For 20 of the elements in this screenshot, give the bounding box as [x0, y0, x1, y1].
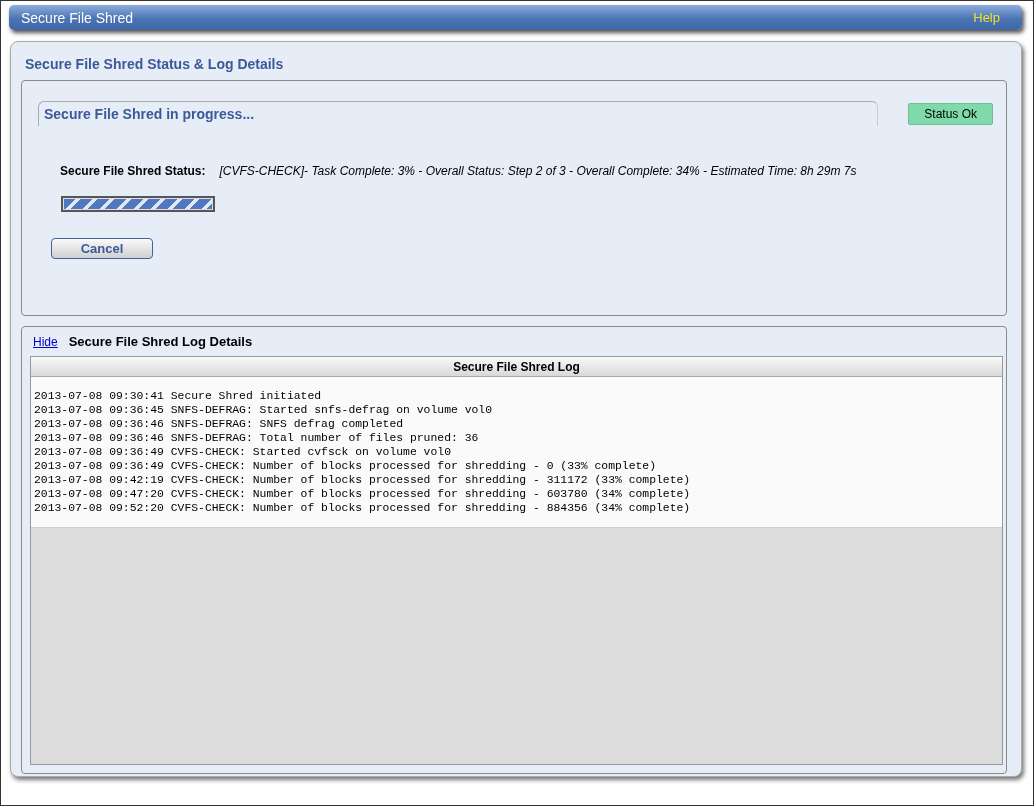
log-line: 2013-07-08 09:36:45 SNFS-DEFRAG: Started snfs-defrag on volume vol0 [34, 403, 493, 417]
log-header: Secure File Shred Log [31, 357, 1002, 377]
window-title: Secure File Shred [21, 9, 134, 26]
log-line: 2013-07-08 09:36:49 CVFS-CHECK: Started cvfsck on volume vol0 [34, 445, 452, 459]
log-line: 2013-07-08 09:42:19 CVFS-CHECK: Number of blocks processed for shredding - 311172 (33% complete) [34, 473, 692, 487]
help-link[interactable]: Help [973, 10, 1000, 25]
status-badge: Status Ok [908, 102, 993, 125]
section-title: Secure File Shred Status & Log Details [24, 55, 285, 74]
log-line: 2013-07-08 09:36:46 SNFS-DEFRAG: SNFS defrag completed [34, 417, 405, 431]
log-line: 2013-07-08 09:52:20 CVFS-CHECK: Number of blocks processed for shredding - 884356 (34% complete) [34, 501, 692, 515]
status-label: Secure File Shred Status: [60, 164, 206, 178]
status-text: [CVFS-CHECK]- Task Complete: 3% - Overall Status: Step 2 of 3 - Overall Complete: 34% - Estimated Time: 8h 29m 7s [219, 164, 857, 178]
log-line: 2013-07-08 09:47:20 CVFS-CHECK: Number of blocks processed for shredding - 603780 (34% complete) [34, 487, 692, 501]
hide-link[interactable]: Hide [33, 334, 58, 349]
cancel-button[interactable]: Cancel [51, 238, 153, 259]
log-details-title: Secure File Shred Log Details [68, 334, 253, 349]
log-line: 2013-07-08 09:36:49 CVFS-CHECK: Number of blocks processed for shredding - 0 (33% complete) [34, 459, 658, 473]
progress-heading: Secure File Shred in progress... [38, 101, 878, 126]
log-line: 2013-07-08 09:30:41 Secure Shred initiated [34, 389, 323, 403]
log-line: 2013-07-08 09:36:46 SNFS-DEFRAG: Total number of files pruned: 36 [34, 431, 480, 445]
